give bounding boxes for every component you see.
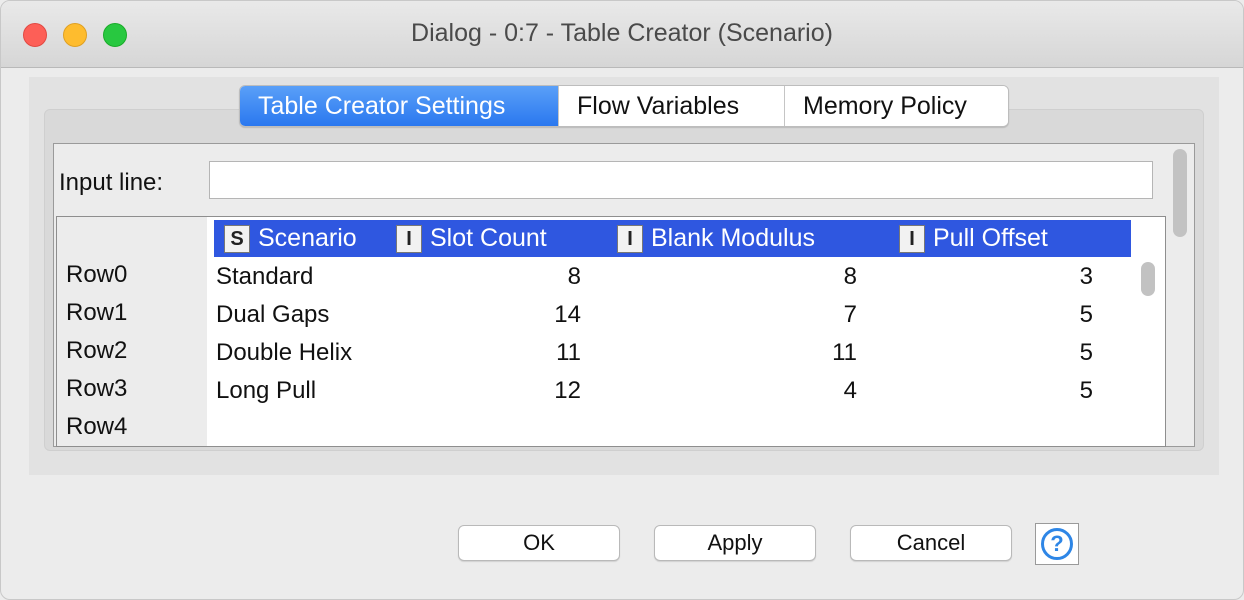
column-name: Slot Count <box>430 224 547 252</box>
content-scrollbar-thumb[interactable] <box>1173 149 1187 237</box>
tab-memory-policy[interactable]: Memory Policy <box>784 86 1008 126</box>
column-header-pull-offset[interactable]: I Pull Offset <box>899 220 1048 257</box>
column-name: Pull Offset <box>933 224 1048 252</box>
row-header-area <box>57 217 207 446</box>
title-bar[interactable]: Dialog - 0:7 - Table Creator (Scenario) <box>1 1 1243 68</box>
column-header-slot-count[interactable]: I Slot Count <box>396 220 547 257</box>
table-cell[interactable]: 11 <box>757 339 857 367</box>
help-icon: ? <box>1041 528 1073 560</box>
column-header-row: S Scenario I Slot Count I Blank Modulus … <box>214 220 1131 257</box>
table-view: S Scenario I Slot Count I Blank Modulus … <box>56 216 1166 447</box>
content-scrollbar[interactable] <box>1165 145 1191 443</box>
tab-bar: Table Creator Settings Flow Variables Me… <box>239 85 1009 127</box>
row-header[interactable]: Row0 <box>66 261 127 289</box>
column-name: Scenario <box>258 224 357 252</box>
input-line-field[interactable] <box>209 161 1153 199</box>
apply-button[interactable]: Apply <box>654 525 816 561</box>
column-header-scenario[interactable]: S Scenario <box>224 220 357 257</box>
input-line-label: Input line: <box>59 169 164 196</box>
table-cell[interactable]: 5 <box>997 377 1093 405</box>
table-cell[interactable]: Dual Gaps <box>216 301 329 329</box>
dialog-window: Dialog - 0:7 - Table Creator (Scenario) … <box>0 0 1244 600</box>
table-cell[interactable]: Long Pull <box>216 377 316 405</box>
tab-flow-variables[interactable]: Flow Variables <box>558 86 784 126</box>
ok-button[interactable]: OK <box>458 525 620 561</box>
table-cell[interactable]: 11 <box>487 339 581 367</box>
help-button[interactable]: ? <box>1035 523 1079 565</box>
row-header[interactable]: Row2 <box>66 337 127 365</box>
table-scrollbar[interactable] <box>1133 220 1159 444</box>
table-cell[interactable]: 3 <box>997 263 1093 291</box>
table-cell[interactable]: 12 <box>487 377 581 405</box>
integer-type-icon: I <box>396 224 422 253</box>
row-header[interactable]: Row4 <box>66 413 127 441</box>
table-cell[interactable]: Double Helix <box>216 339 352 367</box>
table-cell[interactable]: 4 <box>757 377 857 405</box>
column-name: Blank Modulus <box>651 224 815 252</box>
tab-table-creator-settings[interactable]: Table Creator Settings <box>240 86 558 126</box>
row-header[interactable]: Row1 <box>66 299 127 327</box>
table-scrollbar-thumb[interactable] <box>1141 262 1155 296</box>
table-cell[interactable]: 14 <box>487 301 581 329</box>
table-cell[interactable]: 5 <box>997 339 1093 367</box>
table-cell[interactable]: 5 <box>997 301 1093 329</box>
column-header-blank-modulus[interactable]: I Blank Modulus <box>617 220 815 257</box>
window-title: Dialog - 0:7 - Table Creator (Scenario) <box>411 19 833 47</box>
cancel-button[interactable]: Cancel <box>850 525 1012 561</box>
row-header[interactable]: Row3 <box>66 375 127 403</box>
integer-type-icon: I <box>899 224 925 253</box>
table-cell[interactable]: 7 <box>757 301 857 329</box>
table-cell[interactable]: Standard <box>216 263 313 291</box>
integer-type-icon: I <box>617 224 643 253</box>
table-cell[interactable]: 8 <box>757 263 857 291</box>
table-cell[interactable]: 8 <box>487 263 581 291</box>
string-type-icon: S <box>224 224 250 253</box>
